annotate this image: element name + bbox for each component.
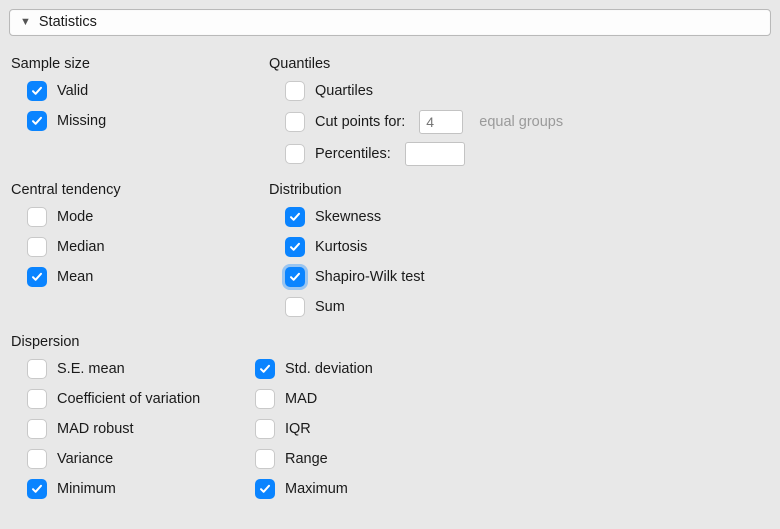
distribution-title: Distribution <box>269 182 769 198</box>
cut-points-label: Cut points for: <box>315 114 405 130</box>
iqr-label: IQR <box>285 421 311 437</box>
skewness-checkbox[interactable] <box>285 207 305 227</box>
mean-checkbox[interactable] <box>27 267 47 287</box>
percentiles-input[interactable] <box>405 142 465 166</box>
cv-checkbox[interactable] <box>27 389 47 409</box>
valid-label: Valid <box>57 83 88 99</box>
shapiro-wilk-checkbox[interactable] <box>285 267 305 287</box>
mad-label: MAD <box>285 391 317 407</box>
dispersion-title: Dispersion <box>11 334 769 350</box>
se-mean-checkbox[interactable] <box>27 359 47 379</box>
shapiro-wilk-label: Shapiro-Wilk test <box>315 269 425 285</box>
se-mean-label: S.E. mean <box>57 361 125 377</box>
mean-label: Mean <box>57 269 93 285</box>
maximum-checkbox[interactable] <box>255 479 275 499</box>
skewness-label: Skewness <box>315 209 381 225</box>
statistics-panel-header[interactable]: ▼ Statistics <box>9 9 771 36</box>
percentiles-checkbox[interactable] <box>285 144 305 164</box>
sample-size-title: Sample size <box>11 56 241 72</box>
panel-title: Statistics <box>39 14 97 30</box>
maximum-label: Maximum <box>285 481 348 497</box>
std-deviation-checkbox[interactable] <box>255 359 275 379</box>
mad-robust-checkbox[interactable] <box>27 419 47 439</box>
mad-checkbox[interactable] <box>255 389 275 409</box>
variance-label: Variance <box>57 451 113 467</box>
missing-checkbox[interactable] <box>27 111 47 131</box>
range-label: Range <box>285 451 328 467</box>
statistics-panel-body: Sample size Valid Missing Quantiles Quar… <box>9 36 771 504</box>
range-checkbox[interactable] <box>255 449 275 469</box>
minimum-label: Minimum <box>57 481 116 497</box>
variance-checkbox[interactable] <box>27 449 47 469</box>
mode-checkbox[interactable] <box>27 207 47 227</box>
valid-checkbox[interactable] <box>27 81 47 101</box>
cv-label: Coefficient of variation <box>57 391 200 407</box>
central-tendency-title: Central tendency <box>11 182 241 198</box>
cut-points-suffix: equal groups <box>479 114 563 130</box>
sum-checkbox[interactable] <box>285 297 305 317</box>
cut-points-input[interactable] <box>419 110 463 134</box>
std-deviation-label: Std. deviation <box>285 361 373 377</box>
median-checkbox[interactable] <box>27 237 47 257</box>
kurtosis-checkbox[interactable] <box>285 237 305 257</box>
cut-points-checkbox[interactable] <box>285 112 305 132</box>
disclosure-triangle-icon: ▼ <box>20 17 31 28</box>
quartiles-label: Quartiles <box>315 83 373 99</box>
quartiles-checkbox[interactable] <box>285 81 305 101</box>
iqr-checkbox[interactable] <box>255 419 275 439</box>
quantiles-title: Quantiles <box>269 56 769 72</box>
missing-label: Missing <box>57 113 106 129</box>
percentiles-label: Percentiles: <box>315 146 391 162</box>
mad-robust-label: MAD robust <box>57 421 134 437</box>
kurtosis-label: Kurtosis <box>315 239 367 255</box>
mode-label: Mode <box>57 209 93 225</box>
median-label: Median <box>57 239 105 255</box>
minimum-checkbox[interactable] <box>27 479 47 499</box>
sum-label: Sum <box>315 299 345 315</box>
